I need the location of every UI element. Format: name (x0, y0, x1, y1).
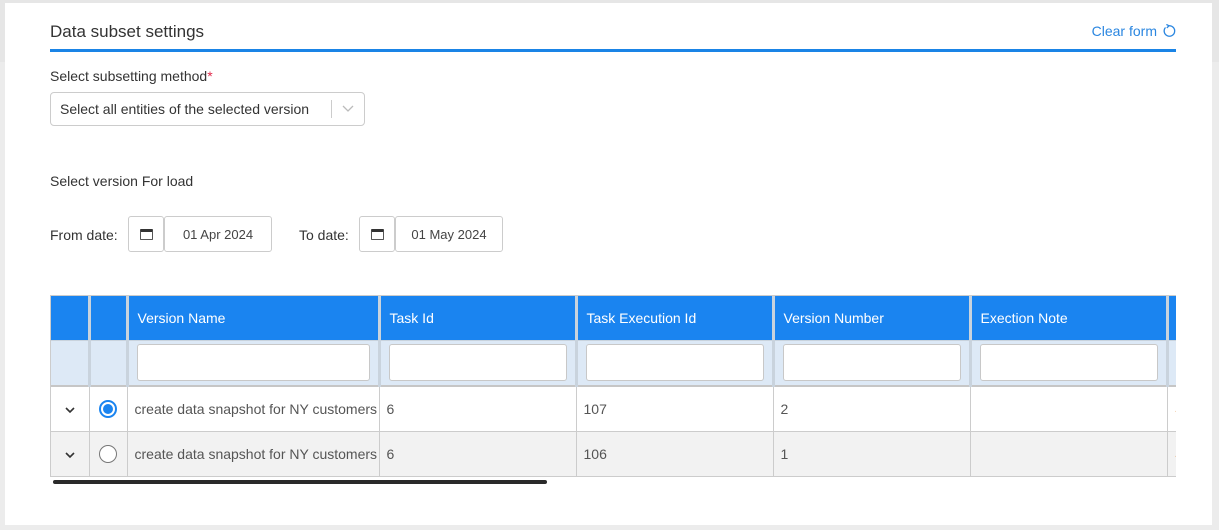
filter-cell-select (89, 340, 129, 387)
filter-cell (970, 340, 1169, 387)
expand-cell (51, 386, 90, 432)
version-name-cell: create data snapshot for NY customers (127, 386, 380, 432)
task-id-filter-input[interactable] (388, 344, 567, 382)
expand-cell (51, 431, 90, 476)
task-execution-id-cell: 106 (576, 431, 774, 476)
row-radio-selected[interactable] (99, 399, 117, 418)
clear-form-button[interactable]: Clear form (1092, 23, 1176, 39)
filter-cell-extra (1167, 340, 1176, 387)
select-cell (89, 431, 128, 476)
from-date-input[interactable]: 01 Apr 2024 (164, 216, 272, 252)
execution-note-filter-input[interactable] (979, 344, 1158, 382)
column-header-version-name[interactable]: Version Name (127, 296, 381, 341)
task-execution-id-filter-input[interactable] (585, 344, 764, 382)
filter-cell-expand (51, 340, 91, 387)
versions-grid: Version Name Task Id Task Execution Id V… (50, 295, 1176, 477)
filter-row (51, 340, 1176, 387)
truncated-marker: · (1175, 451, 1177, 462)
column-header-extra (1167, 296, 1176, 341)
header-row: Version Name Task Id Task Execution Id V… (51, 296, 1176, 341)
to-date-picker-button[interactable] (359, 216, 395, 252)
execution-note-cell (970, 386, 1168, 432)
column-header-execution-note[interactable]: Exection Note (970, 296, 1169, 341)
subsetting-method-value: Select all entities of the selected vers… (60, 101, 310, 117)
filter-cell (127, 340, 381, 387)
extra-cell: · (1167, 386, 1177, 432)
subsetting-method-label-text: Select subsetting method (50, 68, 208, 84)
version-number-filter-input[interactable] (782, 344, 961, 382)
section-title: Data subset settings (50, 22, 205, 41)
version-number-cell: 2 (773, 386, 971, 432)
filter-cell (773, 340, 972, 387)
extra-cell: · (1167, 431, 1176, 476)
column-header-version-number[interactable]: Version Number (773, 296, 972, 341)
select-cell (89, 386, 128, 432)
version-name-cell: create data snapshot for NY customers (127, 431, 380, 476)
column-header-expand (51, 296, 91, 341)
data-subset-settings-card: Data subset settings Clear form Select s… (5, 3, 1212, 525)
to-date-label: To date: (299, 227, 349, 243)
versions-table: Version Name Task Id Task Execution Id V… (51, 296, 1177, 476)
column-header-task-id[interactable]: Task Id (379, 296, 578, 341)
section-header: Data subset settings Clear form (50, 3, 1176, 52)
from-date-picker-button[interactable] (128, 216, 164, 252)
table-row[interactable]: create data snapshot for NY customers 6 … (51, 386, 1177, 432)
task-id-cell: 6 (379, 386, 577, 432)
version-number-cell: 1 (773, 431, 971, 476)
required-mark: * (207, 68, 213, 84)
chevron-down-icon (332, 105, 364, 113)
version-name-filter-input[interactable] (136, 344, 370, 382)
truncated-marker: · (1175, 406, 1177, 417)
clear-form-label: Clear form (1091, 23, 1157, 39)
subsetting-method-label: Select subsetting method* (50, 68, 213, 84)
from-date-label: From date: (50, 227, 118, 243)
subsetting-method-select[interactable]: Select all entities of the selected vers… (50, 92, 365, 126)
chevron-down-icon[interactable] (65, 407, 75, 414)
task-id-cell: 6 (379, 431, 577, 476)
to-date-input[interactable]: 01 May 2024 (395, 216, 503, 252)
table-row[interactable]: create data snapshot for NY customers 6 … (51, 431, 1176, 476)
column-header-select (89, 296, 129, 341)
chevron-down-icon[interactable] (65, 451, 75, 459)
task-execution-id-cell: 107 (576, 386, 774, 432)
row-radio[interactable] (99, 444, 117, 463)
refresh-icon (1163, 24, 1176, 37)
calendar-icon (370, 228, 384, 240)
select-version-label: Select version For load (50, 173, 194, 189)
filter-cell (379, 340, 578, 387)
column-header-task-execution-id[interactable]: Task Execution Id (576, 296, 775, 341)
horizontal-scrollbar[interactable] (53, 480, 547, 484)
filter-cell (576, 340, 775, 387)
execution-note-cell (970, 431, 1168, 476)
calendar-icon (139, 228, 153, 240)
